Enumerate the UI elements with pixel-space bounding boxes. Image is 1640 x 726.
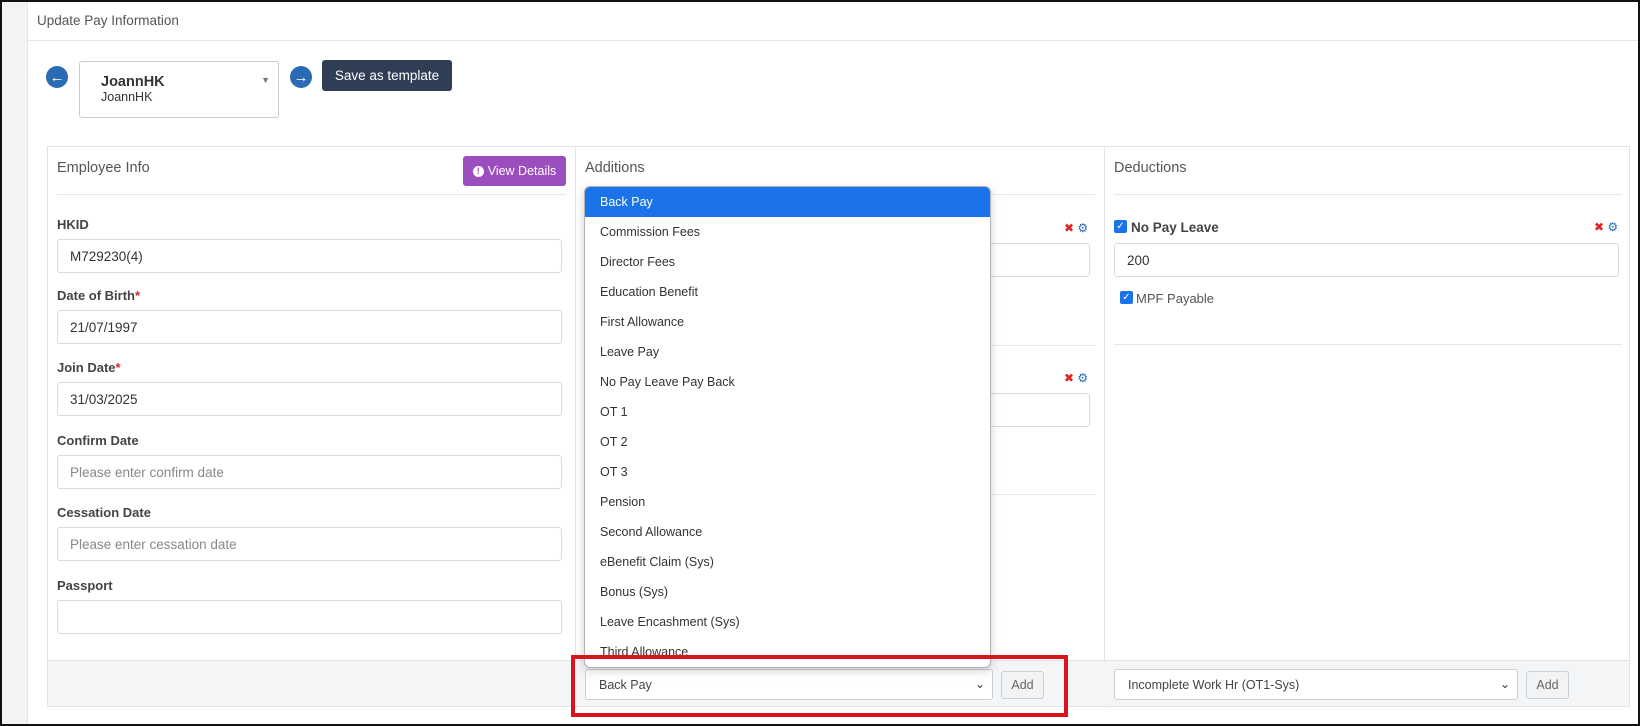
dropdown-option[interactable]: Pension xyxy=(585,487,990,517)
arrow-right-circle-icon[interactable]: → xyxy=(290,66,312,88)
hkid-field[interactable]: M729230(4) xyxy=(57,239,562,273)
gear-icon[interactable]: ⚙ xyxy=(1607,220,1618,234)
join-date-label: Join Date* xyxy=(57,360,121,375)
cessation-date-field[interactable]: Please enter cessation date xyxy=(57,527,562,561)
close-icon[interactable]: ✖ xyxy=(1064,371,1074,385)
item-actions: ✖ ⚙ xyxy=(1064,371,1088,385)
employee-info-panel: Employee Info ! View Details HKID M72923… xyxy=(48,147,575,660)
hkid-label: HKID xyxy=(57,217,89,232)
dob-label: Date of Birth* xyxy=(57,288,141,303)
dropdown-option[interactable]: Back Pay xyxy=(585,187,990,217)
dropdown-option[interactable]: OT 2 xyxy=(585,427,990,457)
no-pay-leave-checkbox[interactable]: ✓ xyxy=(1114,220,1127,233)
dropdown-option[interactable]: eBenefit Claim (Sys) xyxy=(585,547,990,577)
dob-field[interactable]: 21/07/1997 xyxy=(57,310,562,344)
gear-icon[interactable]: ⚙ xyxy=(1077,371,1088,385)
caret-down-icon: ▼ xyxy=(261,75,270,85)
page-header: Update Pay Information xyxy=(28,2,1638,41)
passport-label: Passport xyxy=(57,578,113,593)
addition-type-value: Back Pay xyxy=(599,678,652,692)
dropdown-option[interactable]: Second Allowance xyxy=(585,517,990,547)
addition-type-dropdown[interactable]: Back Pay Commission Fees Director Fees E… xyxy=(584,186,991,668)
chevron-down-icon: ⌄ xyxy=(1499,677,1510,691)
item-actions: ✖ ⚙ xyxy=(1064,221,1088,235)
employee-subtitle: JoannHK xyxy=(101,90,153,104)
join-date-field[interactable]: 31/03/2025 xyxy=(57,382,562,416)
dropdown-option[interactable]: Commission Fees xyxy=(585,217,990,247)
separator xyxy=(1114,194,1622,195)
deduction-type-select[interactable]: Incomplete Work Hr (OT1-Sys) ⌄ xyxy=(1114,669,1518,700)
separator xyxy=(57,194,566,195)
cessation-date-label: Cessation Date xyxy=(57,505,151,520)
left-gutter xyxy=(2,2,28,724)
passport-field[interactable] xyxy=(57,600,562,634)
mpf-payable-label: MPF Payable xyxy=(1136,291,1215,306)
chevron-down-icon: ⌄ xyxy=(974,677,985,691)
view-details-button[interactable]: ! View Details xyxy=(463,156,566,186)
close-icon[interactable]: ✖ xyxy=(1064,221,1074,235)
separator xyxy=(1114,344,1622,345)
employee-select[interactable]: JoannHK JoannHK ▼ xyxy=(79,61,279,118)
item-actions: ✖ ⚙ xyxy=(1594,220,1618,234)
no-pay-leave-label: No Pay Leave xyxy=(1131,220,1219,235)
add-deduction-button[interactable]: Add xyxy=(1526,671,1569,699)
arrow-left-circle-icon[interactable]: ← xyxy=(46,66,68,88)
mpf-payable-checkbox[interactable]: ✓ xyxy=(1120,291,1133,304)
page-title: Update Pay Information xyxy=(37,13,179,28)
dropdown-option[interactable]: Director Fees xyxy=(585,247,990,277)
deductions-title: Deductions xyxy=(1114,160,1187,176)
confirm-date-field[interactable]: Please enter confirm date xyxy=(57,455,562,489)
additions-title: Additions xyxy=(585,160,645,176)
close-icon[interactable]: ✖ xyxy=(1594,220,1604,234)
deduction-type-value: Incomplete Work Hr (OT1-Sys) xyxy=(1128,678,1300,692)
view-details-label: View Details xyxy=(487,164,557,178)
dropdown-option[interactable]: Third Allowance xyxy=(585,637,990,667)
save-as-template-button[interactable]: Save as template xyxy=(322,60,452,91)
dropdown-option[interactable]: Leave Pay xyxy=(585,337,990,367)
dropdown-option[interactable]: Bonus (Sys) xyxy=(585,577,990,607)
dropdown-option[interactable]: No Pay Leave Pay Back xyxy=(585,367,990,397)
deductions-panel: Deductions ✓ No Pay Leave ✖ ⚙ 200 ✓ MPF … xyxy=(1105,147,1631,660)
no-pay-leave-amount[interactable]: 200 xyxy=(1114,243,1619,277)
dropdown-option[interactable]: OT 3 xyxy=(585,457,990,487)
addition-type-select[interactable]: Back Pay ⌄ xyxy=(585,669,993,700)
dropdown-option[interactable]: OT 1 xyxy=(585,397,990,427)
dropdown-option[interactable]: First Allowance xyxy=(585,307,990,337)
add-addition-button[interactable]: Add xyxy=(1001,671,1044,699)
employee-info-title: Employee Info xyxy=(57,160,150,176)
info-icon: ! xyxy=(472,165,484,177)
gear-icon[interactable]: ⚙ xyxy=(1077,221,1088,235)
confirm-date-label: Confirm Date xyxy=(57,433,139,448)
dropdown-option[interactable]: Leave Encashment (Sys) xyxy=(585,607,990,637)
dropdown-option[interactable]: Education Benefit xyxy=(585,277,990,307)
employee-name: JoannHK xyxy=(101,74,165,90)
